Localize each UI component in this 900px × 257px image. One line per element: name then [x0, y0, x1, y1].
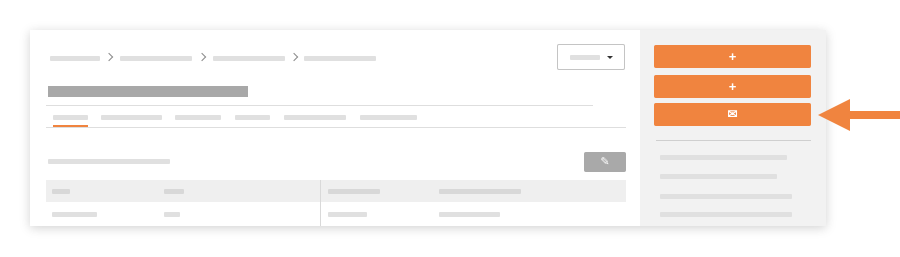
arrow-left-icon [818, 99, 900, 131]
sidebar-divider [656, 140, 811, 141]
sidebar-info-line [660, 174, 777, 179]
breadcrumb-item-1[interactable] [50, 56, 100, 61]
tab-6[interactable] [360, 115, 417, 120]
table-cell [328, 212, 367, 217]
tabs-divider [46, 127, 626, 128]
table-header-cell[interactable] [328, 189, 380, 194]
envelope-icon: ✉ [727, 107, 738, 121]
sidebar-info-line [660, 194, 792, 199]
pencil-icon: ✎ [600, 156, 610, 168]
plus-icon: + [728, 49, 737, 64]
chevron-right-icon [104, 52, 114, 62]
chevron-down-icon [607, 56, 613, 59]
table-header-cell[interactable] [52, 189, 70, 194]
add-secondary-button[interactable]: + [654, 75, 811, 98]
chevron-right-icon [289, 52, 299, 62]
chevron-right-icon [197, 52, 207, 62]
title-divider [46, 105, 593, 106]
table-header-cell[interactable] [164, 189, 184, 194]
edit-button[interactable]: ✎ [584, 152, 626, 172]
table-cell [439, 212, 500, 217]
sidebar-info-line [660, 212, 792, 217]
tab-4[interactable] [235, 115, 270, 120]
email-button[interactable]: ✉ [654, 103, 811, 126]
section-title [48, 159, 170, 164]
tab-3[interactable] [175, 115, 221, 120]
page-title [48, 86, 248, 97]
table-header-cell[interactable] [439, 189, 521, 194]
breadcrumb-item-3[interactable] [213, 56, 285, 61]
tab-5[interactable] [284, 115, 346, 120]
page-card: ✎ + + ✉ [30, 30, 826, 226]
breadcrumb-item-2[interactable] [120, 56, 192, 61]
add-primary-button[interactable]: + [654, 45, 811, 68]
breadcrumb-item-4[interactable] [304, 56, 376, 61]
tab-1[interactable] [53, 115, 88, 120]
main-panel: ✎ [30, 30, 640, 226]
table-cell [52, 212, 97, 217]
select-value [570, 55, 600, 60]
tab-2[interactable] [101, 115, 162, 120]
sidebar-info-line [660, 155, 787, 160]
table-cell [164, 212, 180, 217]
plus-icon: + [728, 79, 737, 94]
column-divider [320, 180, 321, 226]
actions-sidebar: + + ✉ [640, 30, 826, 226]
view-select[interactable] [557, 44, 625, 70]
